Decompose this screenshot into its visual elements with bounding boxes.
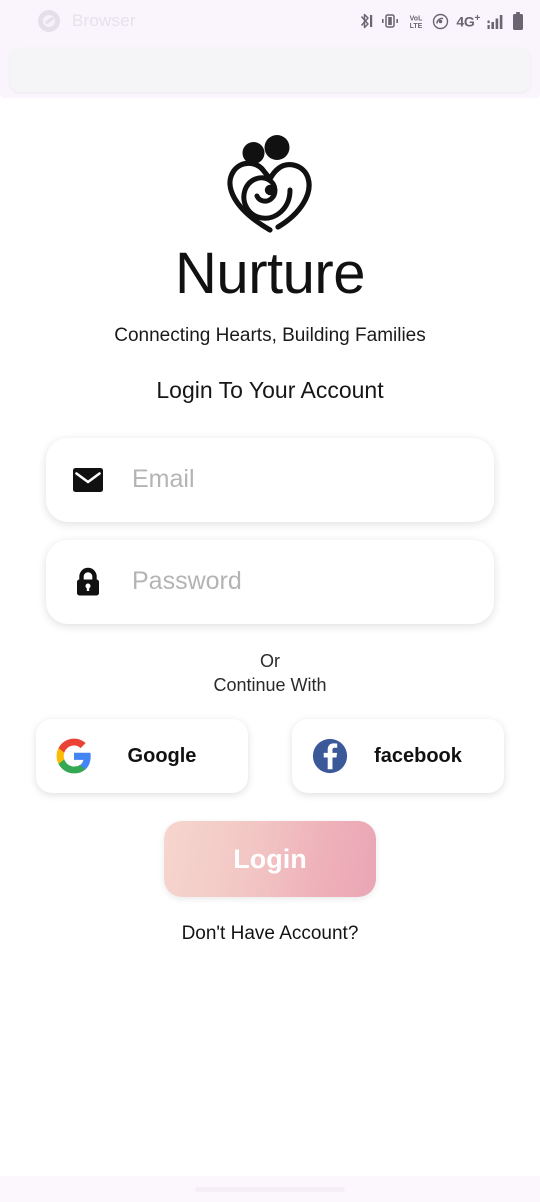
svg-text:VoL: VoL — [410, 15, 423, 22]
bluetooth-off-icon — [357, 12, 373, 30]
network-4g-plus-icon: 4G+ — [456, 12, 480, 30]
status-bar: Browser VoL LTE 4G+ — [0, 0, 540, 42]
google-login-button[interactable]: Google — [36, 719, 248, 794]
home-indicator[interactable] — [195, 1186, 345, 1192]
login-screen: Nurture Connecting Hearts, Building Fami… — [0, 98, 540, 1176]
divider-line-1: Or — [260, 650, 280, 671]
facebook-login-button[interactable]: facebook — [292, 719, 504, 794]
divider-text: Or Continue With — [213, 650, 326, 698]
hotspot-icon — [432, 13, 449, 30]
tagline: Connecting Hearts, Building Families — [114, 324, 426, 346]
bottom-navigation-bar — [0, 1176, 540, 1202]
lock-icon — [72, 566, 104, 598]
google-login-label: Google — [127, 744, 197, 767]
browser-label: Browser — [72, 11, 136, 30]
compass-icon — [38, 10, 60, 32]
url-bar[interactable] — [10, 48, 530, 92]
status-bar-right: VoL LTE 4G+ — [357, 11, 524, 31]
password-input[interactable] — [132, 539, 468, 624]
signup-link[interactable]: Don't Have Account? — [182, 923, 359, 945]
login-button[interactable]: Login — [164, 821, 376, 898]
facebook-login-label: facebook — [374, 744, 462, 767]
divider-line-2: Continue With — [213, 674, 327, 695]
signal-bars-icon — [487, 13, 505, 30]
volte-icon: VoL LTE — [407, 13, 425, 30]
browser-chrome: Browser VoL LTE 4G+ — [0, 0, 540, 98]
email-field[interactable] — [46, 437, 494, 522]
url-bar-container — [0, 42, 540, 92]
email-input[interactable] — [132, 437, 468, 522]
vibrate-icon — [380, 13, 400, 29]
battery-icon — [512, 11, 524, 31]
section-heading: Login To Your Account — [156, 376, 384, 403]
page-title: Nurture — [175, 241, 365, 306]
social-login-row: Google facebook — [36, 719, 504, 794]
nurture-family-heart-logo — [220, 130, 320, 234]
facebook-f-icon — [310, 736, 350, 776]
svg-text:LTE: LTE — [410, 23, 423, 30]
envelope-icon — [72, 464, 104, 496]
status-bar-left: Browser — [38, 10, 136, 32]
google-g-icon — [54, 736, 94, 776]
password-field[interactable] — [46, 539, 494, 624]
